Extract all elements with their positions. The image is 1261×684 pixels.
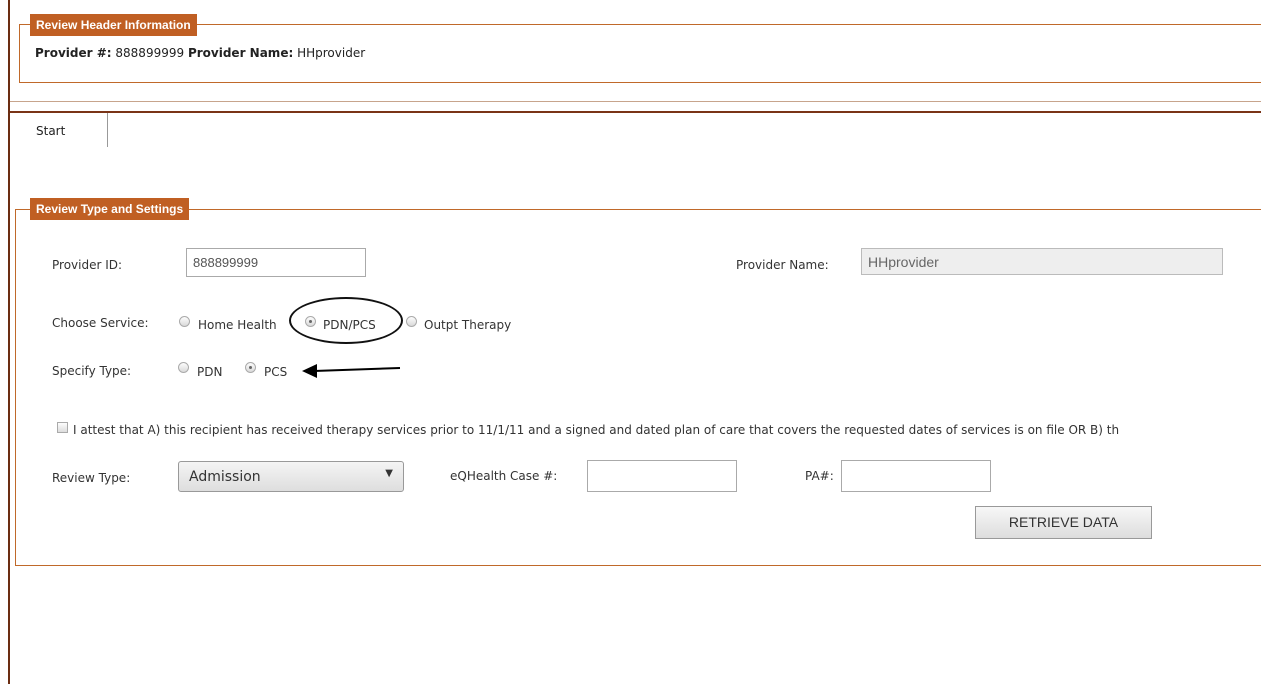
specify-type-label: Specify Type: (52, 364, 132, 378)
attest-text: I attest that A) this recipient has rece… (73, 423, 1120, 437)
label-outpt-therapy[interactable]: Outpt Therapy (424, 318, 511, 332)
tab-strip-border (10, 111, 1261, 113)
attest-checkbox[interactable] (57, 422, 68, 433)
radio-pcs[interactable] (245, 362, 256, 373)
case-number-label: eQHealth Case #: (450, 469, 558, 483)
annotation-arrow-icon (302, 364, 401, 378)
pa-number-label: PA#: (805, 469, 834, 483)
retrieve-data-button[interactable]: RETRIEVE DATA (975, 506, 1152, 539)
provider-num-label: Provider #: (35, 46, 112, 60)
tab-start[interactable]: Start (12, 113, 108, 147)
review-type-select[interactable]: Admission ▼ (178, 461, 404, 492)
page-frame-left-border (8, 0, 10, 684)
radio-pdn[interactable] (178, 362, 189, 373)
label-home-health[interactable]: Home Health (198, 318, 277, 332)
provider-name-label: Provider Name: (187, 46, 294, 60)
annotation-oval (289, 297, 403, 344)
choose-service-label: Choose Service: (52, 316, 149, 330)
provider-name-field-label: Provider Name: (736, 258, 829, 272)
review-type-label: Review Type: (52, 471, 131, 485)
case-number-input[interactable] (587, 460, 737, 492)
label-pdn[interactable]: PDN (197, 365, 222, 379)
provider-name-value: HHprovider (297, 46, 366, 60)
provider-id-label: Provider ID: (52, 258, 123, 272)
radio-outpt-therapy[interactable] (406, 316, 417, 327)
review-settings-legend: Review Type and Settings (30, 198, 190, 220)
label-pcs[interactable]: PCS (264, 365, 287, 379)
review-header-info: Provider #: 888899999 Provider Name: HHp… (35, 46, 365, 60)
provider-num-value: 888899999 (115, 46, 185, 60)
header-divider (10, 101, 1261, 102)
pa-number-input[interactable] (841, 460, 991, 492)
radio-home-health[interactable] (179, 316, 190, 327)
review-type-value: Admission (189, 469, 261, 485)
review-header-legend: Review Header Information (30, 14, 197, 36)
chevron-down-icon: ▼ (385, 468, 393, 479)
provider-name-field (861, 248, 1223, 275)
provider-id-input[interactable] (186, 248, 366, 277)
